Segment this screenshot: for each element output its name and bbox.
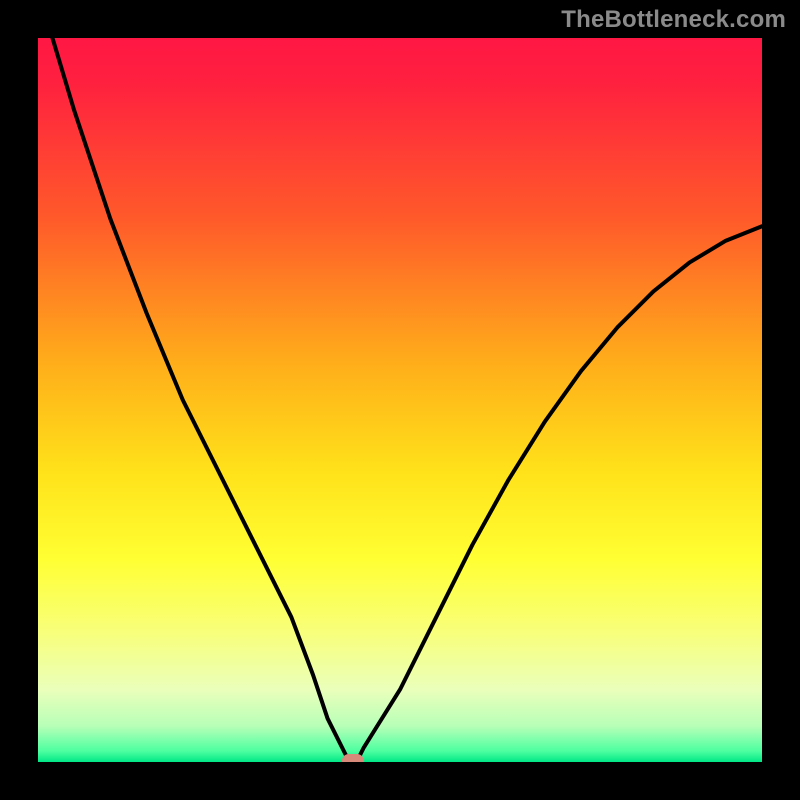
gradient-background	[38, 38, 762, 762]
chart-frame	[0, 762, 800, 800]
chart-frame	[0, 0, 38, 800]
chart-frame	[762, 0, 800, 800]
watermark-text: TheBottleneck.com	[561, 6, 786, 34]
bottleneck-chart	[0, 0, 800, 800]
